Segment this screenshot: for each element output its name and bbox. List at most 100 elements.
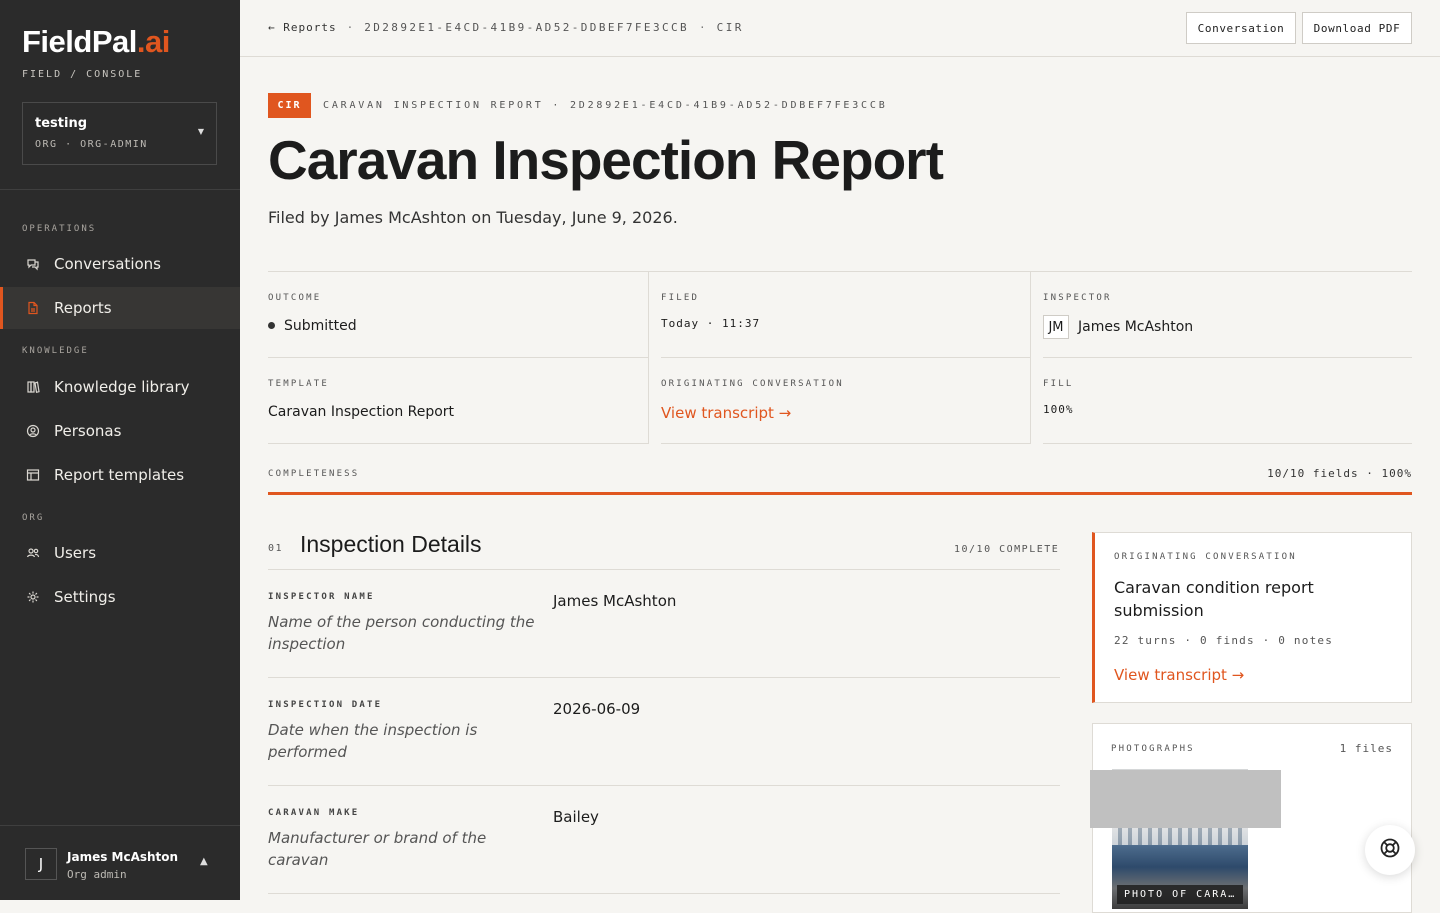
- user-menu[interactable]: J James McAshton Org admin ▲: [0, 825, 240, 900]
- view-transcript-link[interactable]: View transcript →: [661, 404, 791, 422]
- inspector-avatar: JM: [1043, 315, 1069, 339]
- user-name: James McAshton: [67, 850, 179, 864]
- sidebar-item-conversations[interactable]: Conversations: [0, 243, 240, 285]
- sidebar-item-users[interactable]: Users: [0, 532, 240, 574]
- breadcrumb-type-code: CIR: [716, 21, 744, 34]
- section-number: 01: [268, 543, 284, 554]
- meta-fill: FILL 100%: [1043, 358, 1412, 444]
- report-eyebrow-text: CARAVAN INSPECTION REPORT · 2D2892E1-E4C…: [323, 100, 888, 111]
- field-value: 2026-06-09: [553, 700, 641, 718]
- field-help: Date when the inspection is performed: [268, 721, 478, 761]
- breadcrumb-report-id: 2D2892E1-E4CD-41B9-AD52-DDBEF7FE3CCB: [364, 21, 690, 34]
- caret-down-icon: ▼: [197, 127, 204, 136]
- report-meta-grid: OUTCOME Submitted FILED Today · 11:37 IN…: [268, 271, 1412, 444]
- field-divider: [268, 893, 1060, 894]
- meta-filed: FILED Today · 11:37: [661, 272, 1030, 358]
- sidebar-item-personas[interactable]: Personas: [0, 410, 240, 452]
- gear-icon: [26, 590, 40, 604]
- inspector-name: James McAshton: [1078, 319, 1194, 335]
- conversation-button[interactable]: Conversation: [1186, 12, 1296, 44]
- meta-label: FILED: [661, 293, 700, 303]
- completeness-count: 10/10 fields · 100%: [1267, 467, 1412, 480]
- section-complete-count: 10/10 COMPLETE: [954, 544, 1060, 555]
- sidebar-item-label: Knowledge library: [54, 378, 190, 396]
- download-pdf-button[interactable]: Download PDF: [1302, 12, 1412, 44]
- meta-inspector: INSPECTOR JM James McAshton: [1043, 272, 1412, 358]
- avatar: J: [25, 848, 57, 880]
- user-role: Org admin: [67, 868, 127, 881]
- books-icon: [26, 380, 40, 394]
- lifebuoy-icon: [1379, 837, 1401, 863]
- persona-icon: [26, 424, 40, 438]
- conversation-title: Caravan condition report submission: [1114, 578, 1314, 620]
- field-label: INSPECTOR NAME: [268, 592, 375, 602]
- field-divider: [268, 677, 1060, 678]
- sidebar-item-settings[interactable]: Settings: [0, 576, 240, 618]
- meta-outcome: OUTCOME Submitted: [268, 272, 648, 358]
- card-label: PHOTOGRAPHS: [1111, 744, 1195, 754]
- sidebar-item-reports[interactable]: Reports: [0, 287, 240, 329]
- brand-subtitle: FIELD / CONSOLE: [22, 69, 143, 80]
- sidebar: FieldPal.ai FIELD / CONSOLE testing ORG …: [0, 0, 240, 900]
- filed-by-line: Filed by James McAshton on Tuesday, June…: [268, 208, 678, 227]
- sidebar-item-label: Users: [54, 544, 97, 562]
- field-label: INSPECTION DATE: [268, 700, 383, 710]
- outcome-value: Submitted: [268, 318, 357, 334]
- field-divider: [268, 785, 1060, 786]
- back-to-reports-link[interactable]: ← Reports: [268, 21, 337, 34]
- filed-value: Today · 11:37: [661, 317, 761, 330]
- conversation-stats: 22 turns · 0 finds · 0 notes: [1114, 634, 1334, 647]
- field-help: Manufacturer or brand of the caravan: [268, 829, 487, 869]
- grid-divider: [1030, 272, 1031, 444]
- meta-label: OUTCOME: [268, 293, 322, 303]
- meta-label: TEMPLATE: [268, 379, 329, 389]
- sidebar-item-label: Conversations: [54, 255, 161, 273]
- org-name: testing: [35, 116, 87, 131]
- caret-up-icon: ▲: [200, 856, 208, 867]
- sidebar-item-label: Report templates: [54, 466, 185, 484]
- breadcrumb: ← Reports · 2D2892E1-E4CD-41B9-AD52-DDBEF7…: [268, 21, 744, 34]
- photo-detail: [1112, 827, 1248, 845]
- fill-value: 100%: [1043, 403, 1074, 416]
- grid-divider: [648, 272, 649, 444]
- field-value: James McAshton: [553, 592, 677, 610]
- top-bar: ← Reports · 2D2892E1-E4CD-41B9-AD52-DDBEF7…: [240, 0, 1440, 57]
- nav-section-org: ORG: [22, 513, 45, 523]
- sidebar-item-knowledge-library[interactable]: Knowledge library: [0, 366, 240, 408]
- card-label: ORIGINATING CONVERSATION: [1114, 552, 1297, 562]
- sidebar-item-report-templates[interactable]: Report templates: [0, 454, 240, 496]
- photo-caption: PHOTO OF CARA…: [1117, 885, 1244, 904]
- template-icon: [26, 468, 40, 482]
- help-button[interactable]: [1365, 825, 1415, 875]
- brand-logo[interactable]: FieldPal.ai: [22, 24, 170, 60]
- users-icon: [26, 546, 40, 560]
- photo-count: 1 files: [1339, 742, 1393, 755]
- sidebar-item-label: Settings: [54, 588, 116, 606]
- field-value: Bailey: [553, 808, 599, 826]
- status-dot-icon: [268, 321, 275, 329]
- sidebar-item-label: Reports: [54, 299, 112, 317]
- completeness-bar: [268, 492, 1412, 495]
- template-value: Caravan Inspection Report: [268, 404, 455, 420]
- completeness-label: COMPLETENESS: [268, 469, 360, 479]
- nav-section-knowledge: KNOWLEDGE: [22, 346, 89, 356]
- meta-template: TEMPLATE Caravan Inspection Report: [268, 358, 648, 444]
- field-help: Name of the person conducting the inspec…: [268, 613, 535, 653]
- meta-label: ORIGINATING CONVERSATION: [661, 379, 844, 389]
- inspector-value: JM James McAshton: [1043, 315, 1193, 339]
- sidebar-divider: [0, 189, 240, 190]
- org-switcher[interactable]: testing ORG · ORG-ADMIN ▼: [22, 102, 217, 165]
- page-title: Caravan Inspection Report: [268, 129, 944, 191]
- nav-section-operations: OPERATIONS: [22, 224, 97, 234]
- meta-label: FILL: [1043, 379, 1074, 389]
- report-type-tag: CIR: [268, 93, 311, 118]
- view-transcript-link[interactable]: View transcript →: [1114, 666, 1244, 684]
- meta-label: INSPECTOR: [1043, 293, 1112, 303]
- sidebar-item-label: Personas: [54, 422, 122, 440]
- completeness-bar-fill: [268, 492, 1412, 495]
- status-badge: Submitted: [284, 318, 357, 334]
- report-eyebrow: CIR CARAVAN INSPECTION REPORT · 2D2892E1…: [268, 93, 888, 118]
- field-label: CARAVAN MAKE: [268, 808, 360, 818]
- section-title: Inspection Details: [300, 531, 482, 557]
- section-divider: [268, 569, 1060, 570]
